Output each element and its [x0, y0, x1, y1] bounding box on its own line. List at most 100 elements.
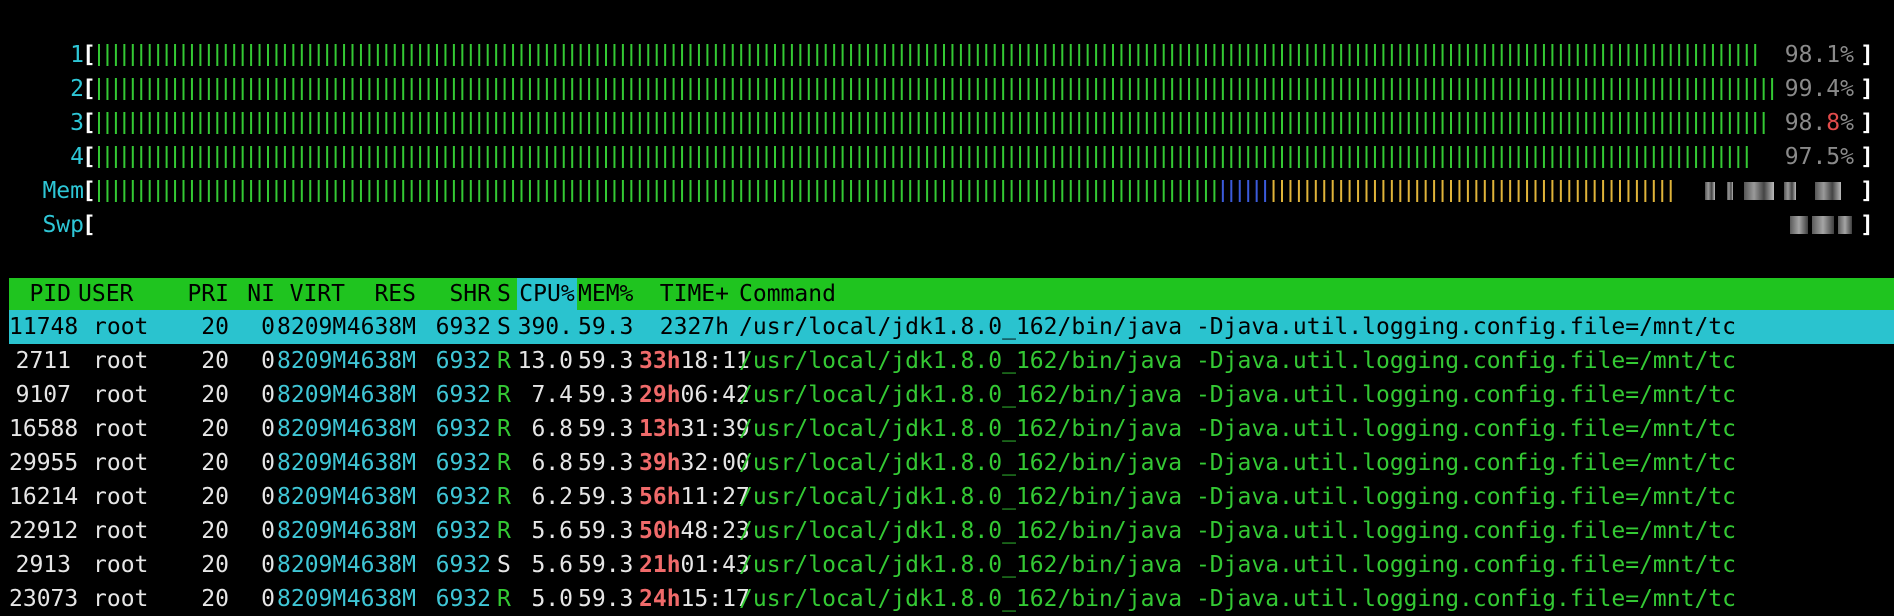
meter-tick — [157, 78, 160, 100]
meter-tick — [452, 112, 455, 134]
table-row[interactable]: 2711 root 20 0 8209M 4638M 6932 R 13.0 59.3 33h18:… — [9, 344, 1894, 378]
meter-bracket-close: ] — [1860, 42, 1874, 68]
table-row[interactable]: 9107 root 20 0 8209M 4638M 6932 R 7.4 59.3 29h06:4… — [9, 378, 1894, 412]
meter-tick — [562, 112, 565, 134]
table-row[interactable]: 23073 root 20 0 8209M 4638M 6932 R 5.0 59.3 24h15:… — [9, 582, 1894, 616]
meter-tick — [596, 44, 599, 66]
meter-tick — [1509, 44, 1512, 66]
col-virt[interactable]: VIRT — [277, 278, 345, 311]
table-row[interactable]: 22912 root 20 0 8209M 4638M 6932 R 5.6 59.3 50h48:… — [9, 514, 1894, 548]
meter-tick — [1509, 180, 1512, 202]
meter-tick — [748, 44, 751, 66]
meter-tick — [858, 78, 861, 100]
meter-tick — [647, 146, 650, 168]
meter-tick — [1382, 180, 1385, 202]
col-time[interactable]: TIME+ — [639, 278, 729, 311]
meter-tick — [1483, 78, 1486, 100]
cpu-percent-value: 98. — [1784, 110, 1827, 136]
meter-tick — [520, 146, 523, 168]
cell-time: 24h15:17 — [639, 582, 750, 616]
col-pri[interactable]: PRI — [179, 278, 229, 311]
col-cpu-sorted[interactable]: CPU% — [517, 278, 577, 311]
cpu-percent-value: 99.4 — [1784, 76, 1841, 102]
meter-tick — [1289, 44, 1292, 66]
col-mem[interactable]: MEM% — [578, 278, 633, 311]
meter-tick — [385, 146, 388, 168]
meter-tick — [1424, 112, 1427, 134]
meter-tick — [1213, 146, 1216, 168]
meter-tick — [317, 78, 320, 100]
meter-tick — [334, 78, 337, 100]
meter-tick — [571, 112, 574, 134]
meter-tick — [1619, 180, 1621, 202]
col-command[interactable]: Command — [739, 278, 836, 311]
meter-bar-ticks — [98, 44, 1757, 66]
meter-tick — [1593, 112, 1596, 134]
meter-tick — [1230, 44, 1233, 66]
meter-tick — [1221, 146, 1224, 168]
meter-tick — [621, 112, 624, 134]
meter-tick — [934, 112, 937, 134]
meter-tick — [672, 180, 675, 202]
table-row[interactable]: 16588 root 20 0 8209M 4638M 6932 R 6.8 59.3 13h31:… — [9, 412, 1894, 446]
meter-tick — [757, 78, 760, 100]
meter-tick — [1171, 180, 1174, 202]
meter-tick — [1086, 78, 1089, 100]
meter-tick — [267, 78, 269, 100]
command-args: -Djava.util.logging.config.file=/mnt/tc — [1182, 416, 1736, 442]
meter-tick — [858, 180, 861, 202]
meter-tick — [1002, 44, 1005, 66]
meter-tick — [1652, 146, 1655, 168]
meter-tick — [106, 180, 109, 202]
col-shr[interactable]: SHR — [421, 278, 491, 311]
meter-tick — [765, 44, 768, 66]
meter-tick — [689, 112, 692, 134]
col-res[interactable]: RES — [346, 278, 416, 311]
meter-tick — [309, 180, 312, 202]
meter-tick — [1416, 112, 1419, 134]
meter-tick — [976, 112, 979, 134]
meter-tick — [444, 44, 447, 66]
meter-tick — [1382, 146, 1385, 168]
meter-tick — [723, 112, 726, 134]
meter-tick — [1154, 44, 1157, 66]
meter-tick — [148, 78, 151, 100]
meter-tick — [909, 146, 912, 168]
meter-tick — [545, 78, 548, 100]
cpu-usage-bar — [96, 76, 1858, 102]
meter-tick — [1517, 112, 1520, 134]
meter-tick — [681, 180, 684, 202]
meter-tick — [1238, 180, 1241, 202]
cell-pri: 20 — [201, 518, 229, 544]
cell-state: R — [497, 484, 511, 510]
command-binary: /usr/local/jdk1.8.0_162/bin/java — [739, 552, 1183, 578]
table-row[interactable]: 16214 root 20 0 8209M 4638M 6932 R 6.2 59.3 56h11:… — [9, 480, 1894, 514]
meter-tick — [951, 44, 954, 66]
meter-tick — [1204, 112, 1207, 134]
table-row-selected[interactable]: 11748 root 20 0 8209M 4638M 6932 S 390. 59.3 2327h… — [9, 310, 1894, 344]
meter-tick — [1340, 146, 1343, 168]
col-user[interactable]: USER — [78, 278, 133, 311]
col-pid[interactable]: PID — [9, 278, 71, 311]
meter-bar-ticks — [98, 112, 1765, 134]
meter-tick — [174, 112, 177, 134]
meter-tick — [503, 112, 506, 134]
process-table-header[interactable]: PID USER PRI NI VIRT RES SHR S CPU% MEM%… — [9, 278, 1894, 311]
meter-tick — [1610, 146, 1613, 168]
meter-tick — [98, 146, 100, 168]
meter-tick — [1061, 78, 1064, 100]
cell-time: 33h18:11 — [639, 344, 750, 378]
cell-mem: 59.3 — [578, 552, 634, 578]
mem-meter: Mem[] — [0, 174, 1894, 208]
meter-tick — [452, 146, 455, 168]
table-row[interactable]: 29955 root 20 0 8209M 4638M 6932 R 6.8 59.3 39h32:… — [9, 446, 1894, 480]
col-ni[interactable]: NI — [237, 278, 275, 311]
cell-mem: 59.3 — [578, 382, 634, 408]
table-row[interactable]: 2913 root 20 0 8209M 4638M 6932 S 5.6 59.3 21h01:4… — [9, 548, 1894, 582]
meter-tick — [461, 180, 464, 202]
meter-tick — [436, 180, 438, 202]
meter-tick — [858, 44, 861, 66]
cell-state: R — [497, 416, 511, 442]
meter-tick — [1230, 78, 1233, 100]
col-state[interactable]: S — [497, 278, 511, 311]
